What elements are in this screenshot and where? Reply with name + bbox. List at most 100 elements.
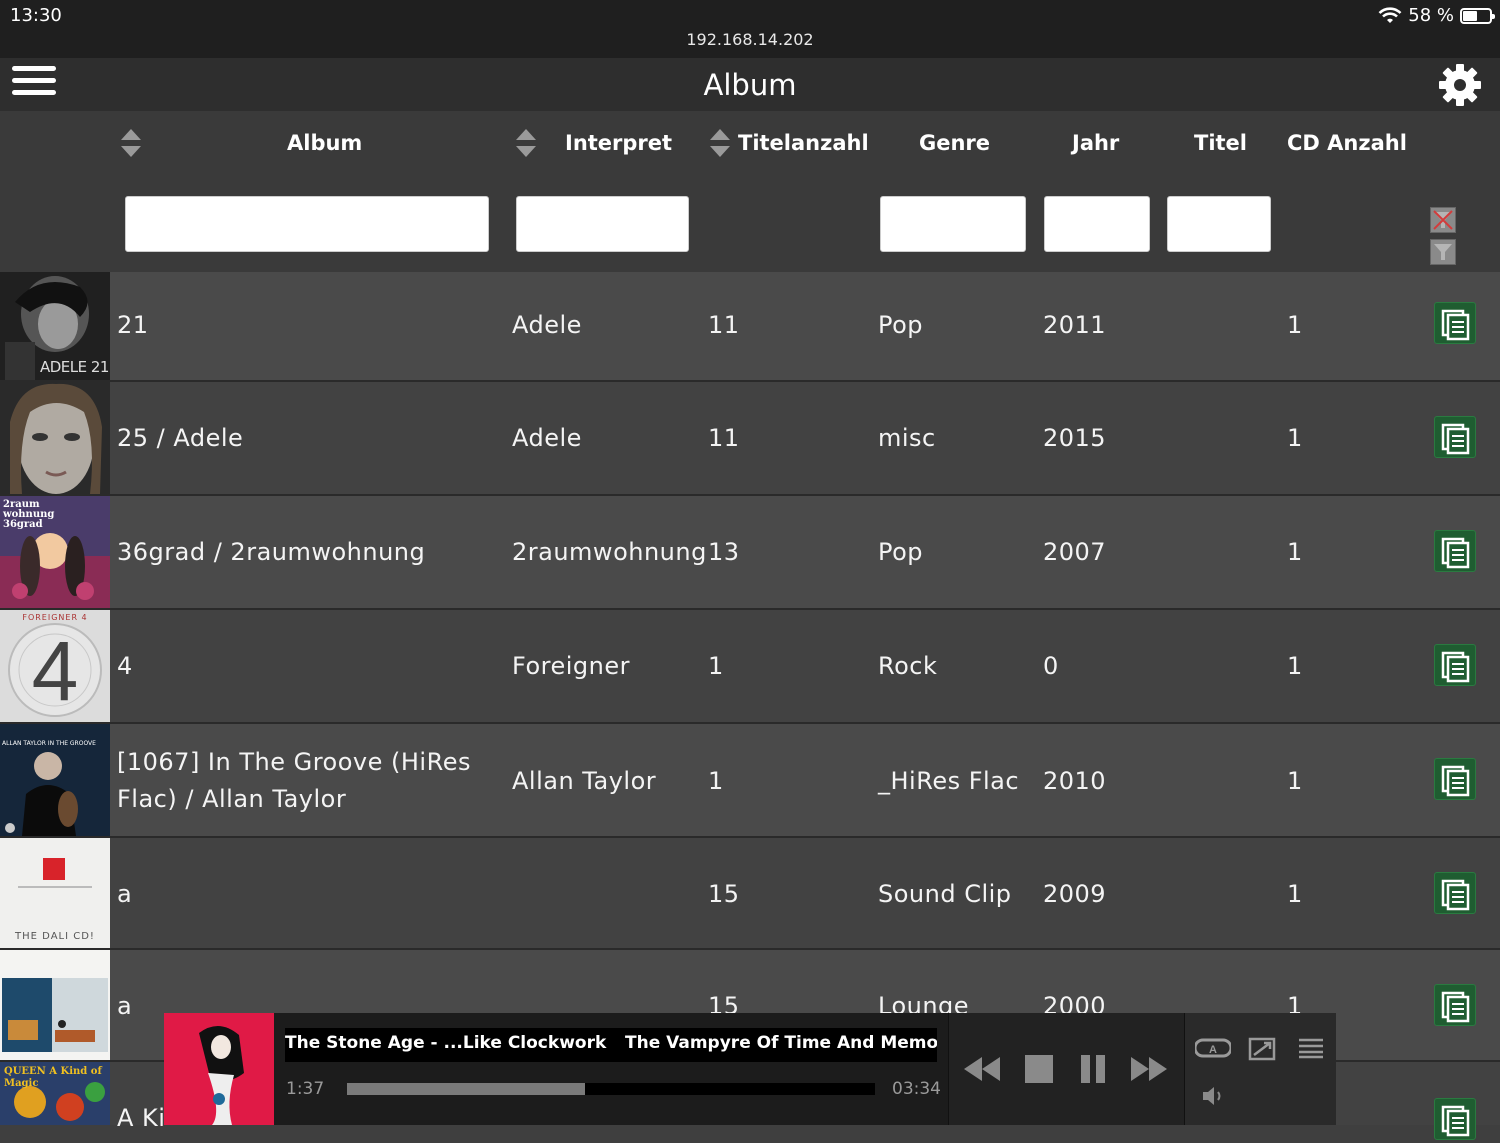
table-row[interactable]: 25 / Adele Adele 11 misc 2015 1 <box>0 382 1500 496</box>
interpret-cell: 2raumwohnung <box>512 538 707 566</box>
status-bar: 13:30 192.168.14.202 58 % <box>0 0 1500 58</box>
album-cell: 4 <box>117 652 133 680</box>
playlist-add-icon[interactable] <box>1434 302 1476 344</box>
titelanzahl-cell: 1 <box>708 652 724 680</box>
genre-cell: Rock <box>878 652 938 680</box>
album-cover-text: QUEEN A Kind of Magic <box>4 1066 102 1089</box>
shuffle-icon[interactable] <box>1248 1037 1276 1061</box>
titel-filter-input[interactable] <box>1167 196 1271 252</box>
sort-icon[interactable] <box>514 127 538 159</box>
volume-icon[interactable] <box>1201 1085 1227 1107</box>
album-cover-text: ALLAN TAYLOR IN THE GROOVE <box>2 740 96 747</box>
column-header-album[interactable]: Album <box>287 131 362 155</box>
status-indicators: 58 % <box>1378 5 1495 26</box>
playlist-add-icon[interactable] <box>1434 530 1476 572</box>
column-header-cd-anzahl[interactable]: CD Anzahl <box>1287 131 1407 155</box>
interpret-cell: Allan Taylor <box>512 767 657 795</box>
jahr-cell: 2011 <box>1043 311 1107 339</box>
wifi-icon <box>1378 6 1402 23</box>
playlist-add-icon[interactable] <box>1434 758 1476 800</box>
repeat-icon[interactable]: A <box>1195 1035 1231 1061</box>
cd-anzahl-cell: 1 <box>1287 652 1303 680</box>
stop-icon[interactable] <box>1023 1053 1055 1085</box>
cd-anzahl-cell: 1 <box>1287 880 1303 908</box>
table-row[interactable]: 2raum wohnung 36grad 36grad / 2raumwohnu… <box>0 496 1500 610</box>
player-options: A <box>1184 1013 1336 1125</box>
interpret-cell: Foreigner <box>512 652 630 680</box>
playlist-add-icon[interactable] <box>1434 416 1476 458</box>
cd-anzahl-cell: 1 <box>1287 424 1303 452</box>
interpret-cell: Adele <box>512 424 582 452</box>
album-filter-input[interactable] <box>125 196 489 252</box>
svg-text:4: 4 <box>32 624 79 718</box>
genre-cell: _HiRes Flac <box>878 767 1020 795</box>
album-cover-text: FOREIGNER 4 <box>22 613 88 622</box>
duration-time: 03:34 <box>892 1079 941 1099</box>
album-cover: QUEEN A Kind of Magic <box>0 1062 110 1125</box>
album-cover: THE DALI CD! <box>0 838 110 948</box>
column-header-titel[interactable]: Titel <box>1194 131 1247 155</box>
album-cover: 2raum wohnung 36grad <box>0 496 110 608</box>
track-title-marquee: The Stone Age - ...Like Clockwork The Va… <box>285 1028 937 1062</box>
table-row[interactable]: THE DALI CD! a 15 Sound Clip 2009 1 <box>0 838 1500 950</box>
titelanzahl-cell: 13 <box>708 538 740 566</box>
album-cover <box>0 950 110 1060</box>
mini-player: The Stone Age - ...Like Clockwork The Va… <box>164 1013 1336 1125</box>
jahr-cell: 2010 <box>1043 767 1107 795</box>
fast-forward-icon[interactable] <box>1129 1053 1169 1085</box>
jahr-cell: 2009 <box>1043 880 1107 908</box>
sort-icon[interactable] <box>119 127 143 159</box>
queue-icon[interactable] <box>1297 1037 1325 1059</box>
track-title: The Stone Age - ...Like Clockwork <box>285 1033 607 1053</box>
album-cell: [1067] In The Groove (HiRes Flac) / Alla… <box>117 748 471 813</box>
page-title: Album <box>703 68 797 102</box>
progress-bar[interactable] <box>347 1083 875 1095</box>
interpret-filter-input[interactable] <box>516 196 689 252</box>
album-cell: 25 / Adele <box>117 424 244 452</box>
rewind-icon[interactable] <box>962 1053 1002 1085</box>
titelanzahl-cell: 11 <box>708 424 740 452</box>
title-bar: Album <box>0 58 1500 111</box>
column-header-interpret[interactable]: Interpret <box>565 131 672 155</box>
cd-anzahl-cell: 1 <box>1287 311 1303 339</box>
table-header: Album Interpret Titelanzahl Genre Jahr T… <box>0 111 1500 272</box>
next-track-title: The Vampyre Of Time And Memory - Q <box>625 1033 937 1053</box>
album-cell: A Ki <box>117 1104 166 1132</box>
album-cover-text: 2raum wohnung 36grad <box>3 499 55 530</box>
status-url: 192.168.14.202 <box>686 30 814 49</box>
filter-clear-icon[interactable] <box>1430 207 1456 233</box>
genre-cell: Sound Clip <box>878 880 1012 908</box>
filter-icon[interactable] <box>1430 239 1456 265</box>
gear-icon[interactable] <box>1436 61 1484 109</box>
column-header-jahr[interactable]: Jahr <box>1072 131 1119 155</box>
album-cover: ADELE 21 <box>0 272 110 380</box>
album-cover <box>0 382 110 494</box>
playlist-add-icon[interactable] <box>1434 644 1476 686</box>
jahr-cell: 2007 <box>1043 538 1107 566</box>
pause-icon[interactable] <box>1079 1053 1107 1085</box>
table-row[interactable]: ADELE 21 21 Adele 11 Pop 2011 1 <box>0 272 1500 382</box>
playlist-add-icon[interactable] <box>1434 872 1476 914</box>
genre-filter-input[interactable] <box>880 196 1026 252</box>
playlist-add-icon[interactable] <box>1434 984 1476 1026</box>
column-header-genre[interactable]: Genre <box>919 131 990 155</box>
cd-anzahl-cell: 1 <box>1287 767 1303 795</box>
cd-anzahl-cell: 1 <box>1287 538 1303 566</box>
jahr-filter-input[interactable] <box>1044 196 1150 252</box>
genre-cell: misc <box>878 424 936 452</box>
album-cell: 36grad / 2raumwohnung <box>117 538 426 566</box>
album-cover: 4 FOREIGNER 4 <box>0 610 110 722</box>
table-row[interactable]: 4 FOREIGNER 4 4 Foreigner 1 Rock 0 1 <box>0 610 1500 724</box>
sort-icon[interactable] <box>708 127 732 159</box>
genre-cell: Pop <box>878 311 924 339</box>
column-header-titelanzahl[interactable]: Titelanzahl <box>738 131 869 155</box>
titelanzahl-cell: 11 <box>708 311 740 339</box>
table-row[interactable]: ALLAN TAYLOR IN THE GROOVE [1067] In The… <box>0 724 1500 838</box>
elapsed-time: 1:37 <box>286 1079 325 1099</box>
now-playing-cover[interactable] <box>164 1013 274 1125</box>
jahr-cell: 0 <box>1043 652 1059 680</box>
playlist-add-icon[interactable] <box>1434 1098 1476 1140</box>
titelanzahl-cell: 15 <box>708 880 740 908</box>
titelanzahl-cell: 1 <box>708 767 724 795</box>
jahr-cell: 2015 <box>1043 424 1107 452</box>
